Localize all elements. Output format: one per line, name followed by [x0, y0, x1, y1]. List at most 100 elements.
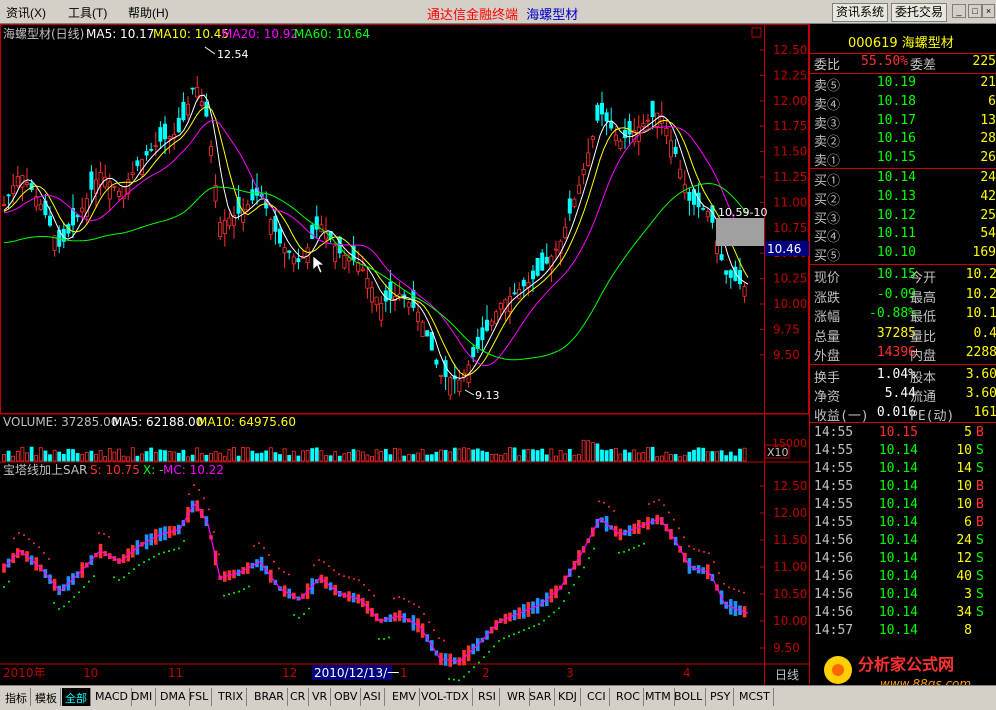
volume-bar — [347, 451, 351, 462]
sar-dot — [68, 600, 70, 603]
sar-dot — [153, 555, 155, 558]
volume-bar — [296, 455, 301, 462]
trade-button[interactable]: 委托交易 — [891, 3, 948, 22]
volume-bar — [273, 452, 278, 462]
sell-level-row[interactable]: 卖① 10.15 26 — [810, 150, 996, 169]
volume-bar — [604, 450, 609, 462]
sar-dot — [548, 615, 550, 618]
tab-vol-tdx[interactable]: VOL-TDX — [418, 688, 473, 706]
sar-dot — [553, 611, 555, 614]
sar-dot — [328, 565, 330, 568]
buy-level-row[interactable]: 买③ 10.12 25 — [810, 208, 996, 227]
volume-bar — [669, 454, 673, 462]
volume-bar — [245, 447, 250, 462]
sar-dot — [53, 601, 55, 604]
sar-dot — [23, 534, 25, 537]
tab-emv[interactable]: EMV — [389, 688, 420, 706]
sar-dot — [713, 561, 715, 564]
tab-kdj[interactable]: KDJ — [555, 688, 581, 706]
buy-level-row[interactable]: 买④ 10.11 54 — [810, 226, 996, 245]
tab-fsl[interactable]: FSL — [186, 688, 213, 706]
buy-level-row[interactable]: 买② 10.13 42 — [810, 189, 996, 208]
tab-asi[interactable]: ASI — [360, 688, 385, 706]
volume-bar — [425, 454, 430, 462]
tab-全部[interactable]: 全部 — [62, 688, 91, 706]
volume-bar — [466, 448, 471, 462]
buy-level-row[interactable]: 买⑤ 10.10 169 — [810, 245, 996, 264]
tab-cci[interactable]: CCI — [584, 688, 610, 706]
tab-brar[interactable]: BRAR — [251, 688, 288, 706]
main-y-tick: 12.25 — [773, 68, 807, 82]
maximize-icon[interactable]: □ — [968, 4, 982, 18]
menu-tools[interactable]: 工具(T) — [68, 4, 107, 21]
candle-body — [89, 171, 94, 190]
volume-bar — [57, 451, 62, 462]
sell-level-row[interactable]: 卖② 10.16 28 — [810, 131, 996, 150]
tab-trix[interactable]: TRIX — [215, 688, 248, 706]
sell-level-row[interactable]: 卖⑤ 10.19 21 — [810, 75, 996, 94]
tab-mtm[interactable]: MTM — [642, 688, 675, 706]
sar-dot — [513, 633, 515, 636]
tab-sar[interactable]: SAR — [526, 688, 556, 706]
candle-body — [199, 101, 204, 106]
volume-bar — [434, 451, 439, 462]
tab-boll[interactable]: BOLL — [671, 688, 707, 706]
volume-bar — [379, 451, 384, 462]
sell-level-row[interactable]: 卖③ 10.17 13 — [810, 113, 996, 132]
volume-bar — [52, 449, 57, 462]
tab-psy[interactable]: PSY — [707, 688, 735, 706]
sar-dot — [388, 636, 390, 639]
tab-rsi[interactable]: RSI — [475, 688, 500, 706]
tab-cr[interactable]: CR — [287, 688, 310, 706]
close-icon[interactable]: × — [982, 4, 995, 18]
candle-body — [590, 136, 595, 140]
candle-body — [724, 270, 729, 275]
main-y-tick: 11.25 — [773, 170, 807, 184]
volume-bar — [388, 454, 393, 462]
sar-dot — [198, 488, 200, 491]
ma5-label: MA5: 10.17 — [86, 27, 154, 41]
menu-help[interactable]: 帮助(H) — [128, 4, 169, 21]
chart-toggle-icon[interactable] — [751, 27, 762, 38]
tab-mcst[interactable]: MCST — [736, 688, 774, 706]
volume-bar — [480, 450, 485, 462]
sar-dot — [368, 589, 370, 592]
candle-body — [185, 103, 190, 116]
tab-macd[interactable]: MACD — [92, 688, 132, 706]
sar-dot — [188, 493, 190, 496]
candle-body — [641, 123, 646, 127]
tab-vr[interactable]: VR — [309, 688, 332, 706]
sar-dot — [148, 558, 150, 561]
volume-bar — [6, 450, 11, 462]
candle-body — [38, 203, 43, 210]
candle-body — [669, 140, 674, 158]
info-system-button[interactable]: 资讯系统 — [832, 3, 889, 22]
volume-bar — [209, 453, 213, 462]
main-y-tick: 9.75 — [773, 322, 800, 336]
chart-area[interactable]: 海螺型材(日线) MA5: 10.17 MA10: 10.45 MA20: 10… — [0, 24, 809, 685]
tab-roc[interactable]: ROC — [613, 688, 644, 706]
candle-body — [162, 123, 167, 140]
svg-text:1: 1 — [400, 666, 408, 680]
candle-body — [489, 320, 494, 326]
buy-level-row[interactable]: 买① 10.14 24 — [810, 170, 996, 189]
app-title: 通达信金融终端 海螺型材 — [427, 8, 579, 23]
tab-模板[interactable]: 模板 — [32, 688, 61, 706]
tab-指标[interactable]: 指标 — [2, 688, 31, 706]
volume-bar — [572, 454, 577, 462]
tick-row: 14:56 10.14 24 S — [814, 533, 984, 548]
menu-bar: 资讯(X) 工具(T) 帮助(H) 通达信金融终端 海螺型材 资讯系统 委托交易… — [0, 0, 996, 24]
minimize-icon[interactable]: _ — [952, 4, 966, 18]
volume-bar — [144, 451, 149, 462]
tab-dmi[interactable]: DMI — [128, 688, 157, 706]
volume-bar — [287, 455, 292, 462]
sar-dot — [518, 631, 520, 634]
volume-ma10: MA10: 64975.60 — [197, 415, 296, 429]
sar-dot — [58, 607, 60, 610]
volume-ma5: MA5: 62188.00 — [112, 415, 203, 429]
tab-obv[interactable]: OBV — [331, 688, 362, 706]
sell-level-row[interactable]: 卖④ 10.18 6 — [810, 94, 996, 113]
volume-bar — [360, 451, 365, 462]
menu-info[interactable]: 资讯(X) — [6, 4, 46, 21]
tab-dma[interactable]: DMA — [157, 688, 190, 706]
